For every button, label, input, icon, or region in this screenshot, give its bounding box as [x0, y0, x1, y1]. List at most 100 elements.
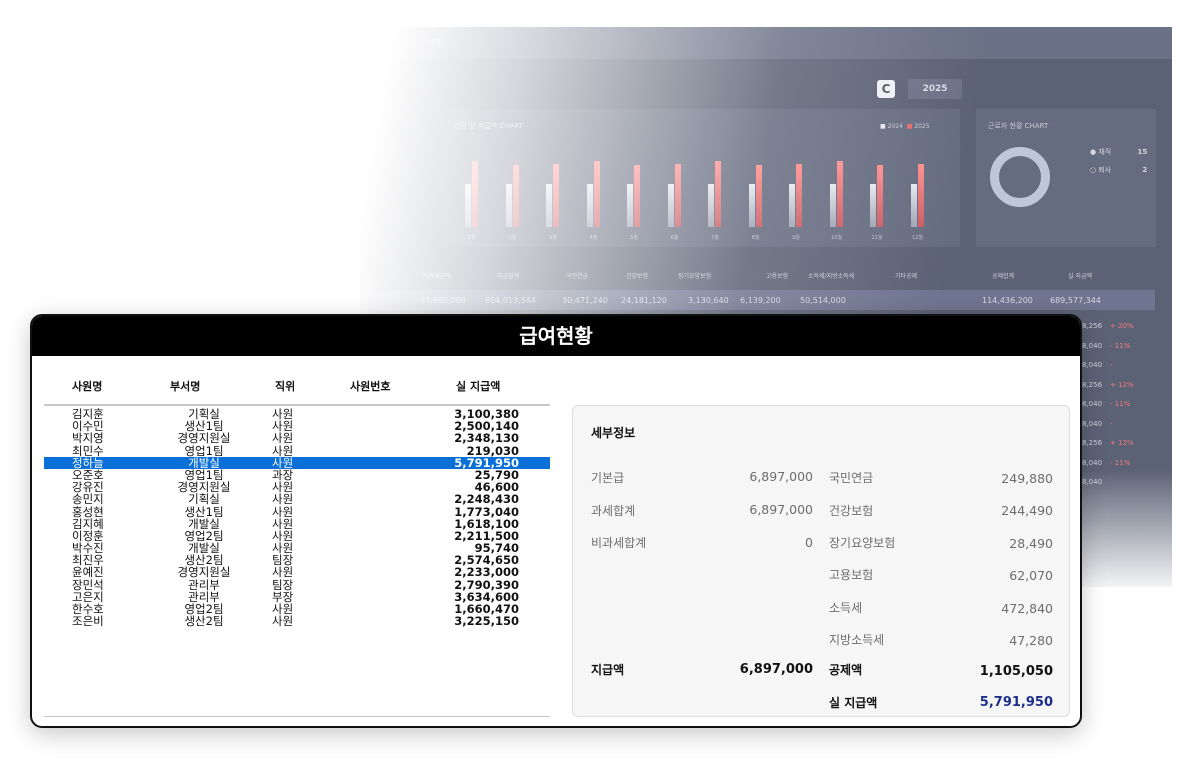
employee-position: 사원: [272, 565, 294, 580]
nontaxable-total-value: 0: [805, 535, 813, 550]
employee-position: 사원: [272, 504, 294, 519]
refresh-icon[interactable]: C: [877, 80, 895, 98]
chart-bar-pair: 9월: [789, 157, 803, 241]
total-nontaxable: 53,600,000: [420, 296, 466, 305]
header-employee-number[interactable]: 사원번호: [350, 378, 390, 394]
chart-bar-pair: 10월: [829, 157, 844, 241]
longterm-care-label: 장기요양보험: [829, 536, 896, 550]
chart-bar-pair: 11월: [870, 157, 884, 241]
bar-2024: [708, 183, 714, 227]
header-pay-total: 지급합계: [497, 273, 520, 280]
row-value: 8,040: [1082, 478, 1103, 486]
header-net-pay: 실 지급액: [1068, 273, 1092, 280]
panel-title: 급여현황: [519, 324, 593, 348]
header-employment: 고용보험: [766, 273, 789, 280]
deduction-amount-label: 공제액: [829, 663, 863, 677]
bar-2024: [910, 183, 917, 227]
bar-2025: [553, 164, 559, 227]
taxable-total-value: 6,897,000: [749, 502, 813, 517]
bar-2025: [593, 160, 600, 227]
legend-retired-label: 퇴사: [1098, 166, 1112, 174]
chart-bar-pair: 2월: [505, 157, 520, 241]
paid-amount-value: 6,897,000: [739, 662, 813, 677]
row-percent: + 12%: [1110, 380, 1134, 389]
employee-name: 최민수: [72, 443, 104, 458]
employee-table-header: 사원명 부서명 직위 사원번호 실 지급액: [42, 378, 552, 398]
base-pay-value: 6,897,000: [749, 469, 813, 484]
header-net-pay[interactable]: 실 지급액: [456, 378, 500, 394]
employee-dept: 관리부: [188, 577, 220, 592]
employee-row[interactable]: 최민수 영업1팀 사원 219,030: [44, 443, 550, 458]
summary-row: 8,040-: [1082, 356, 1134, 376]
total-pension: 30,471,240: [562, 296, 608, 305]
nontaxable-total-label: 비과세합계: [591, 536, 647, 550]
row-value: 8,256: [1082, 439, 1103, 447]
row-percent: - 11%: [1110, 341, 1131, 350]
row-value: 8,040: [1082, 361, 1103, 369]
summary-total-row: 53,600,000 804,013,544 30,471,240 24,181…: [360, 290, 1155, 310]
paid-amount-label: 지급액: [591, 663, 625, 677]
chart-bar-pair: 1월: [465, 157, 479, 241]
employee-dept: 경영지원실: [177, 565, 231, 580]
employee-name: 장민석: [72, 577, 104, 592]
employment-insurance-label: 고용보험: [829, 568, 874, 582]
row-value: 8,040: [1082, 458, 1103, 467]
month-label: 3월: [549, 235, 557, 241]
total-income-tax: 50,514,000: [800, 296, 846, 305]
header-name[interactable]: 사원명: [72, 378, 102, 394]
employee-position: 사원: [272, 443, 294, 458]
summary-table-header: 비과세금액 지급합계 국민연금 건강보험 장기요양보험 고용보험 소득세/지방소…: [390, 271, 1150, 285]
row-percent: -: [1110, 361, 1113, 369]
legend-retired-value: 2: [1142, 166, 1148, 174]
month-label: 10월: [831, 235, 842, 241]
local-tax-value: 47,280: [1009, 633, 1053, 648]
annual-pay-chart-title: 연간 실 지급액 CHART: [454, 122, 523, 130]
summary-row: 8,040 - 11%: [1082, 395, 1134, 415]
employment-insurance-value: 62,070: [1009, 568, 1053, 583]
bar-2024: [870, 183, 876, 227]
income-tax-value: 472,840: [1001, 601, 1053, 616]
chart-bar-pair: 4월: [586, 157, 601, 241]
total-net: 689,577,344: [1050, 296, 1101, 305]
row-percent: - 11%: [1110, 400, 1131, 408]
row-value: 8,040: [1082, 400, 1103, 408]
summary-row: 8,256 + 12%: [1082, 434, 1134, 454]
net-pay-label: 실 지급액: [829, 696, 878, 710]
legend-2024: 2024: [887, 123, 903, 130]
net-pay-value: 5,791,950: [979, 695, 1053, 710]
payroll-panel: 급여현황 사원명 부서명 직위 사원번호 실 지급액 김지훈 기획실 사원 3,100…: [30, 314, 1082, 728]
month-label: 12월: [912, 235, 923, 241]
header-pension: 국민연금: [566, 273, 589, 280]
dashboard-title: ezaccount 계정: [372, 39, 445, 50]
header-nontaxable: 비과세금액: [423, 273, 451, 280]
employee-row[interactable]: 윤예진 경영지원실 사원 2,233,000: [44, 566, 550, 578]
employee-row[interactable]: 박지영 경영지원실 사원 2,348,130: [44, 432, 550, 444]
employee-list: 김지훈 기획실 사원 3,100,380 이수민 생산1팀 사원 2,500,140 박지영 경영…: [44, 408, 550, 627]
employee-net-pay: 2,233,000: [454, 565, 519, 580]
employee-net-pay: 2,248,430: [454, 492, 519, 507]
bar-2025: [674, 164, 681, 227]
employee-net-pay: 219,030: [466, 443, 519, 458]
header-dept[interactable]: 부서명: [170, 378, 200, 394]
employee-row[interactable]: 장민석 관리부 팀장 2,790,390: [44, 577, 550, 592]
pension-label: 국민연금: [829, 471, 874, 485]
month-label: 7월: [711, 235, 719, 241]
dashboard-topbar: ezaccount 계정: [360, 27, 1172, 59]
summary-row: 8,256 + 20%: [1082, 317, 1134, 337]
month-label: 11월: [871, 235, 883, 241]
month-label: 6월: [670, 235, 679, 241]
employee-net-pay: 2,348,130: [454, 431, 519, 446]
health-label: 건강보험: [829, 504, 874, 518]
employee-position: 팀장: [272, 577, 294, 592]
employee-row[interactable]: 송민지 기획실 사원 2,248,430: [44, 493, 550, 505]
row-value: 8,040: [1082, 419, 1103, 428]
employee-row[interactable]: 홍성현 생산1팀 사원 1,773,040: [44, 504, 550, 519]
legend-2025: 2025: [914, 123, 930, 130]
employee-row[interactable]: 조은비 생산2팀 사원 3,225,150: [44, 615, 550, 627]
bar-2025: [755, 165, 762, 227]
month-label: 2월: [508, 235, 517, 241]
year-selector[interactable]: 2025: [908, 79, 962, 99]
bar-2025: [917, 164, 924, 227]
deduction-amount-value: 1,105,050: [979, 664, 1053, 679]
header-position[interactable]: 직위: [275, 378, 295, 394]
